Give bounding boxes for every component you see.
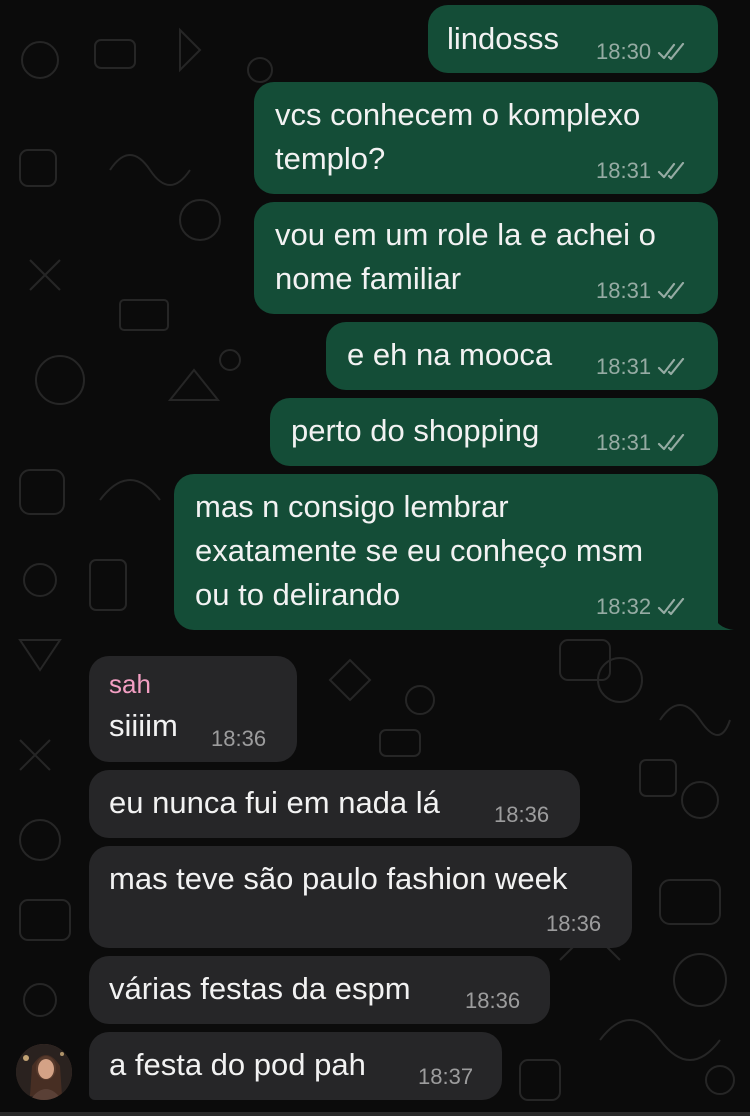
message-text: vou em um role la e achei o [275, 217, 656, 252]
outgoing-message[interactable]: vcs conhecem o komplexo templo? 18:31 [254, 82, 718, 194]
message-text: mas teve são paulo fashion week [109, 861, 568, 896]
message-meta: 18:32 [596, 594, 687, 620]
incoming-message[interactable]: eu nunca fui em nada lá 18:36 [89, 770, 580, 838]
message-text: nome familiar [275, 261, 462, 296]
message-list[interactable]: lindosss 18:30 vcs conhecem o komplexo t… [0, 0, 750, 1116]
read-ticks-icon [657, 434, 685, 452]
message-text: e eh na mooca [347, 337, 553, 372]
read-ticks-icon [657, 598, 685, 616]
message-text: perto do shopping [291, 413, 540, 448]
message-time: 18:32 [596, 594, 652, 619]
message-time: 18:36 [494, 802, 550, 827]
message-meta: 18:30 [596, 39, 687, 65]
message-time: 18:31 [596, 278, 652, 303]
read-ticks-icon [657, 358, 685, 376]
message-text: mas n consigo lembrar [195, 489, 509, 524]
message-meta: 18:36 [211, 726, 266, 752]
outgoing-message[interactable]: mas n consigo lembrar exatamente se eu c… [174, 474, 718, 630]
message-time: 18:36 [546, 911, 602, 936]
message-meta: 18:31 [596, 354, 687, 380]
message-time: 18:31 [596, 430, 652, 455]
read-ticks-icon [657, 43, 685, 61]
message-time: 18:36 [465, 988, 521, 1013]
message-text: várias festas da espm [109, 971, 411, 1006]
read-ticks-icon [657, 162, 685, 180]
outgoing-message[interactable]: lindosss 18:30 [428, 5, 718, 73]
message-text: eu nunca fui em nada lá [109, 785, 440, 820]
message-meta: 18:31 [596, 158, 687, 184]
message-text: a festa do pod pah [109, 1047, 366, 1082]
read-ticks-icon [657, 282, 685, 300]
message-time: 18:36 [211, 726, 267, 751]
message-time: 18:37 [418, 1064, 474, 1089]
message-meta: 18:36 [494, 802, 549, 828]
message-text: exatamente se eu conheço msm [195, 533, 644, 568]
bubble-tail [712, 612, 734, 630]
outgoing-message[interactable]: vou em um role la e achei o nome familia… [254, 202, 718, 314]
message-meta: 18:37 [418, 1064, 473, 1090]
message-text: siiiim [109, 708, 178, 743]
incoming-message[interactable]: sah siiiim 18:36 [89, 656, 297, 762]
message-meta: 18:36 [546, 911, 601, 937]
message-text: lindosss [447, 21, 559, 56]
message-text: vcs conhecem o komplexo [275, 97, 641, 132]
message-time: 18:31 [596, 354, 652, 379]
outgoing-message[interactable]: perto do shopping 18:31 [270, 398, 718, 466]
sender-avatar[interactable] [16, 1044, 72, 1100]
avatar-photo [16, 1044, 72, 1100]
incoming-message[interactable]: várias festas da espm 18:36 [89, 956, 550, 1024]
composer-divider [0, 1112, 750, 1116]
message-time: 18:30 [596, 39, 652, 64]
incoming-message[interactable]: mas teve são paulo fashion week 18:36 [89, 846, 632, 948]
message-meta: 18:36 [465, 988, 520, 1014]
message-text: templo? [275, 141, 386, 176]
message-text: ou to delirando [195, 577, 401, 612]
message-time: 18:31 [596, 158, 652, 183]
sender-name: sah [109, 669, 151, 699]
outgoing-message[interactable]: e eh na mooca 18:31 [326, 322, 718, 390]
message-meta: 18:31 [596, 278, 687, 304]
incoming-message[interactable]: a festa do pod pah 18:37 [89, 1032, 502, 1100]
message-meta: 18:31 [596, 430, 687, 456]
